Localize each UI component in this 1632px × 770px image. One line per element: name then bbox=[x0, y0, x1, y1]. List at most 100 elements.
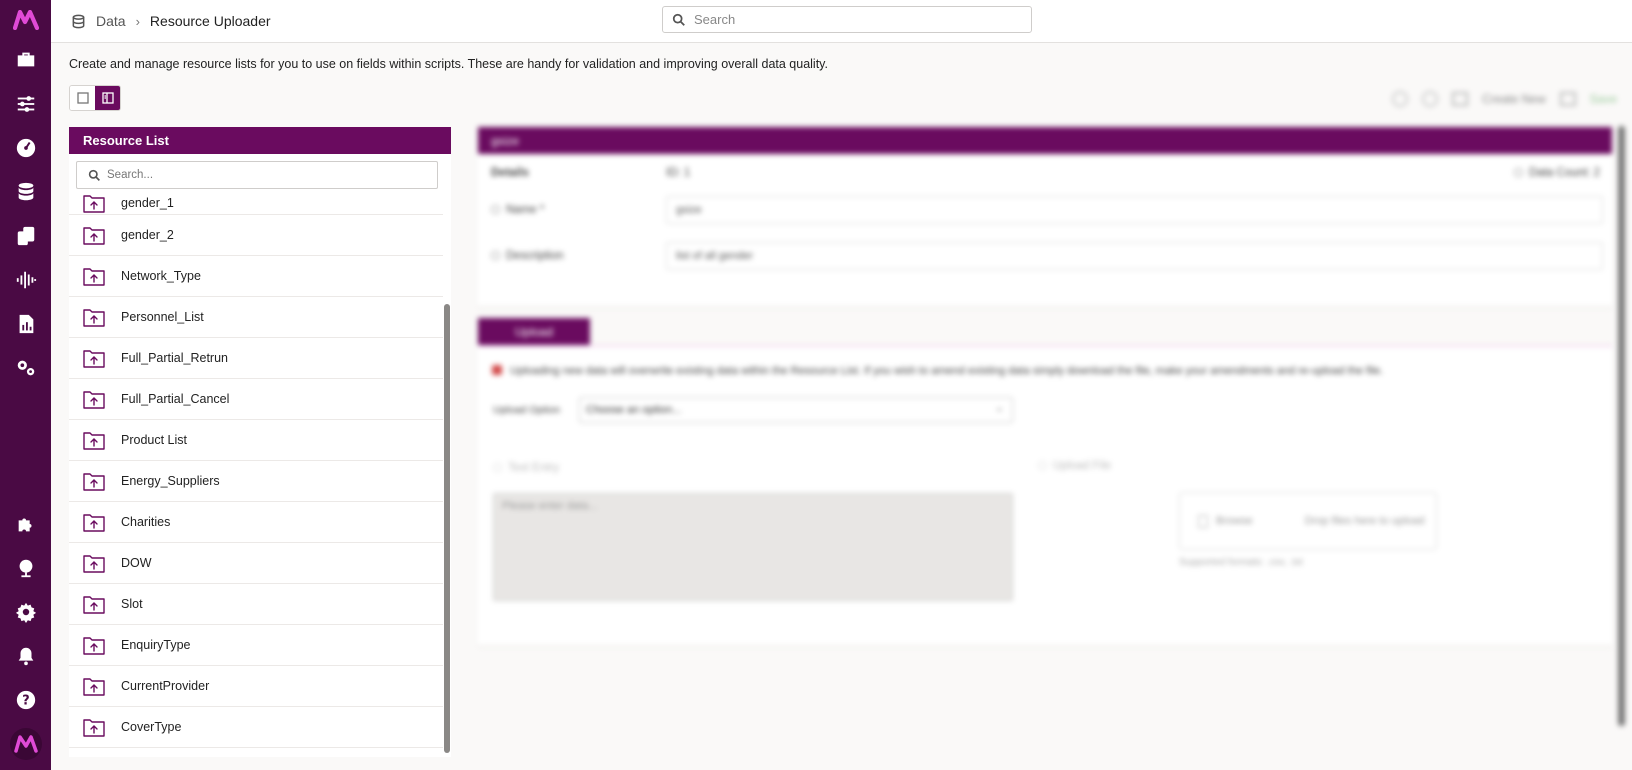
resource-list-scrollbar[interactable] bbox=[444, 304, 450, 753]
list-item[interactable]: EnquiryType bbox=[69, 625, 443, 666]
file-icon bbox=[1198, 514, 1208, 528]
list-item-label: Energy_Suppliers bbox=[121, 474, 220, 488]
folder-upload-icon bbox=[83, 194, 105, 213]
id-value: ID: 1 bbox=[666, 167, 691, 179]
global-search-input[interactable] bbox=[694, 12, 1014, 27]
folder-upload-icon bbox=[83, 309, 105, 327]
bell-icon[interactable] bbox=[0, 634, 51, 678]
list-item[interactable]: CurrentProvider bbox=[69, 666, 443, 707]
folder-upload-icon bbox=[83, 268, 105, 286]
save-button[interactable]: Save bbox=[1590, 92, 1617, 106]
list-item[interactable]: Personnel_List bbox=[69, 297, 443, 338]
help-icon[interactable]: ? bbox=[0, 678, 51, 722]
audio-wave-icon[interactable] bbox=[0, 258, 51, 302]
avatar-logo-icon bbox=[9, 728, 42, 760]
tab-upload[interactable]: Upload bbox=[478, 318, 590, 345]
folder-upload-icon bbox=[83, 514, 105, 532]
breadcrumb: Data › Resource Uploader bbox=[71, 13, 271, 29]
square-icon bbox=[76, 92, 89, 104]
database-icon[interactable] bbox=[0, 170, 51, 214]
global-search[interactable] bbox=[662, 6, 1032, 33]
create-new-button[interactable]: Create New bbox=[1482, 92, 1545, 106]
sidebar: ? bbox=[0, 0, 51, 770]
resource-search-input[interactable] bbox=[107, 169, 427, 181]
breadcrumb-data[interactable]: Data bbox=[96, 13, 126, 29]
detail-toolbar: Create New Save bbox=[1392, 86, 1617, 112]
globe-icon[interactable] bbox=[0, 546, 51, 590]
description-field[interactable]: list of all gender bbox=[666, 242, 1603, 270]
list-item[interactable]: Slot bbox=[69, 584, 443, 625]
list-item-label: Full_Partial_Retrun bbox=[121, 351, 228, 365]
upload-file-label: Upload File bbox=[1038, 460, 1111, 472]
text-entry-label: Text Entry bbox=[493, 462, 559, 474]
list-item-label: Personnel_List bbox=[121, 310, 204, 324]
list-item[interactable]: Charities bbox=[69, 502, 443, 543]
resource-list-title: Resource List bbox=[69, 127, 451, 154]
folder-upload-icon bbox=[83, 719, 105, 737]
folder-upload-icon bbox=[83, 350, 105, 368]
info-icon bbox=[1038, 461, 1047, 470]
user-avatar[interactable] bbox=[0, 722, 51, 766]
description-label: Description bbox=[491, 250, 564, 262]
details-card: Details ID: 1 Data Count: 2 Name * gsize… bbox=[478, 154, 1612, 308]
info-icon[interactable] bbox=[1392, 91, 1409, 107]
folder-upload-icon bbox=[83, 596, 105, 614]
list-item[interactable]: Energy_Suppliers bbox=[69, 461, 443, 502]
list-item-label: Charities bbox=[121, 515, 171, 529]
file-dropzone[interactable]: Browse Drop files here to upload bbox=[1179, 492, 1437, 550]
list-item[interactable]: Full_Partial_Cancel bbox=[69, 379, 443, 420]
split-view-button[interactable] bbox=[95, 86, 120, 110]
list-item-label: DOW bbox=[121, 556, 152, 570]
folder-upload-icon bbox=[83, 637, 105, 655]
folder-upload-icon bbox=[83, 391, 105, 409]
list-item[interactable]: Product List bbox=[69, 420, 443, 461]
list-item-label: gender_1 bbox=[121, 195, 174, 210]
upload-option-select[interactable]: Choose an option... bbox=[579, 397, 1013, 423]
dashboard-icon[interactable] bbox=[0, 126, 51, 170]
list-item[interactable]: gender_1 bbox=[69, 191, 443, 215]
list-item[interactable]: CoverType bbox=[69, 707, 443, 748]
report-icon[interactable] bbox=[0, 302, 51, 346]
name-field[interactable]: gsize bbox=[666, 196, 1603, 224]
search-icon bbox=[88, 169, 100, 181]
database-icon bbox=[72, 14, 85, 28]
sliders-icon[interactable] bbox=[0, 82, 51, 126]
settings-icon[interactable] bbox=[0, 590, 51, 634]
info-icon bbox=[491, 251, 500, 260]
list-item-label: CoverType bbox=[121, 720, 182, 734]
list-item[interactable]: Network_Type bbox=[69, 256, 443, 297]
gears-icon[interactable] bbox=[0, 346, 51, 390]
view-toggle bbox=[69, 85, 121, 111]
top-bar: Data › Resource Uploader bbox=[51, 0, 1632, 43]
list-item[interactable]: gender_2 bbox=[69, 215, 443, 256]
details-label: Details bbox=[491, 167, 529, 179]
upload-option-label: Upload Option bbox=[493, 404, 561, 416]
list-item[interactable]: Full_Partial_Retrun bbox=[69, 338, 443, 379]
brand-logo[interactable] bbox=[0, 2, 51, 38]
list-item-label: Slot bbox=[121, 597, 143, 611]
browse-button[interactable]: Browse bbox=[1216, 515, 1253, 527]
folder-upload-icon bbox=[83, 678, 105, 696]
resource-list-panel: Resource List gender_1 gender_2 Network_Ty… bbox=[69, 127, 451, 757]
warning-icon bbox=[492, 365, 502, 375]
list-item-label: Network_Type bbox=[121, 269, 201, 283]
list-item-label: gender_2 bbox=[121, 228, 174, 242]
resource-search[interactable] bbox=[76, 161, 438, 189]
detail-scrollbar[interactable] bbox=[1618, 126, 1625, 726]
single-view-button[interactable] bbox=[70, 86, 95, 110]
toolbox-icon[interactable] bbox=[0, 38, 51, 82]
upload-warning: Uploading new data will overwrite existi… bbox=[492, 365, 1383, 377]
data-count: Data Count: 2 bbox=[1514, 167, 1600, 179]
text-entry-textarea[interactable]: Please enter data... bbox=[493, 493, 1013, 601]
resource-list: gender_1 gender_2 Network_Type Personnel_Li… bbox=[69, 191, 443, 757]
list-item[interactable]: DOW bbox=[69, 543, 443, 584]
drop-text: Drop files here to upload bbox=[1304, 515, 1425, 527]
refresh-icon[interactable] bbox=[1422, 91, 1439, 107]
puzzle-icon[interactable] bbox=[0, 502, 51, 546]
list-item-label: CurrentProvider bbox=[121, 679, 210, 693]
folder-upload-icon bbox=[83, 555, 105, 573]
list-item-label: EnquiryType bbox=[121, 638, 191, 652]
intro-text: Create and manage resource lists for you… bbox=[69, 57, 828, 71]
phone-copy-icon[interactable] bbox=[0, 214, 51, 258]
folder-upload-icon bbox=[83, 432, 105, 450]
